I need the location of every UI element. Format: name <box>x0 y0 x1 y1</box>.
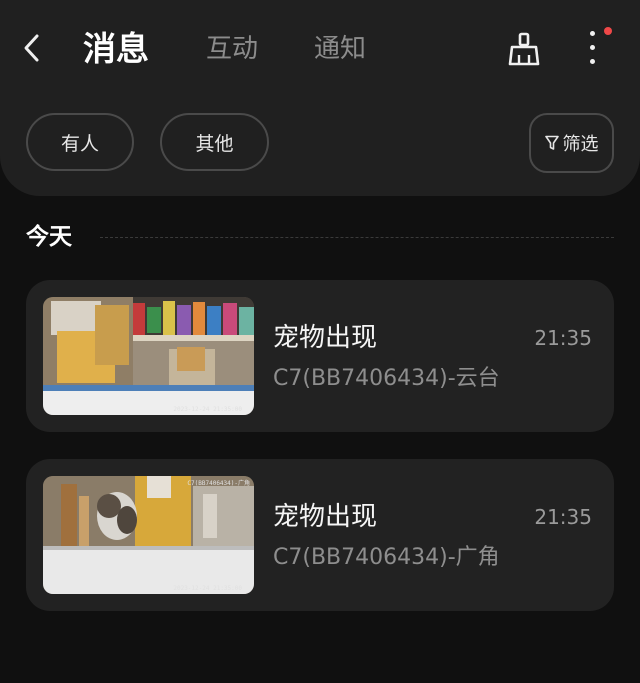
back-button[interactable] <box>14 28 50 68</box>
broom-icon <box>508 32 540 66</box>
event-thumbnail: 2023-12-24 21:35:00 <box>43 297 254 415</box>
thumbnail-timestamp: 2023-12-24 21:35:00 <box>173 406 242 413</box>
tab-messages[interactable]: 消息 <box>83 26 149 72</box>
section-divider <box>100 237 614 238</box>
unread-indicator <box>604 27 612 35</box>
tab-notifications[interactable]: 通知 <box>314 26 366 72</box>
filter-chip-other[interactable]: 其他 <box>160 113 269 171</box>
filter-button[interactable]: 筛选 <box>529 113 614 173</box>
section-title-today: 今天 <box>26 224 72 250</box>
more-vertical-icon <box>590 31 595 65</box>
event-title: 宠物出现 <box>273 502 378 532</box>
event-device: C7(BB7406434)-广角 <box>273 545 500 570</box>
more-menu-button[interactable] <box>574 26 614 70</box>
event-device: C7(BB7406434)-云台 <box>273 366 500 391</box>
tab-interactions[interactable]: 互动 <box>206 26 258 72</box>
event-time: 21:35 <box>534 505 592 529</box>
event-thumbnail: C7(BB7406434)-广角 2023-12-24 21:35:00 <box>43 476 254 594</box>
clean-button[interactable] <box>502 28 546 70</box>
event-title: 宠物出现 <box>273 323 378 353</box>
event-card[interactable]: C7(BB7406434)-广角 2023-12-24 21:35:00 宠物出… <box>26 459 614 611</box>
thumbnail-camera-label: C7(BB7406434)-广角 <box>187 480 250 487</box>
chevron-left-icon <box>24 34 39 62</box>
event-card[interactable]: 2023-12-24 21:35:00 宠物出现 21:35 C7(BB7406… <box>26 280 614 432</box>
funnel-icon <box>544 135 559 150</box>
filter-chip-person[interactable]: 有人 <box>26 113 134 171</box>
header-panel: 消息 互动 通知 有人 其他 筛选 <box>0 0 640 196</box>
event-time: 21:35 <box>534 326 592 350</box>
thumbnail-timestamp: 2023-12-24 21:35:00 <box>173 585 242 592</box>
filter-button-label: 筛选 <box>562 134 599 155</box>
